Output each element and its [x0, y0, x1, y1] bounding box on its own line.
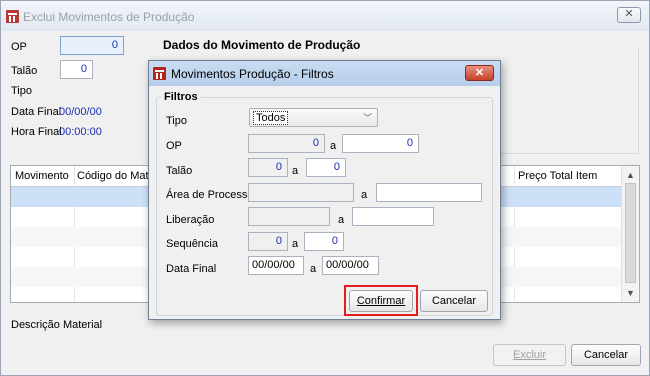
sequencia-label: Sequência [166, 238, 218, 250]
grid-vertical-scrollbar[interactable]: ▲ ▼ [621, 166, 639, 302]
excluir-button-label: Excluir [512, 349, 546, 361]
dialog-app-logo-icon [153, 67, 166, 80]
excluir-button[interactable]: Excluir [493, 344, 566, 366]
descricao-material-label: Descrição Material [11, 319, 103, 331]
cancelar-main-button-label: Cancelar [583, 349, 629, 361]
filters-dialog: Movimentos Produção - Filtros ✕ Filtros … [148, 60, 501, 320]
area-processo-label: Área de Processo [166, 189, 254, 201]
hora-final-label: Hora Final [11, 126, 62, 138]
dialog-title-bar[interactable]: Movimentos Produção - Filtros ✕ [149, 61, 500, 86]
filters-fieldset-title: Filtros [161, 91, 201, 103]
data-final-value: 00/00/00 [59, 106, 102, 118]
confirmar-button[interactable]: Confirmar [349, 290, 413, 312]
column-header-movimento[interactable]: Movimento [15, 170, 69, 182]
data-final-label: Data Final [11, 106, 62, 118]
op-input[interactable]: 0 [60, 36, 124, 55]
column-header-preco-total[interactable]: Preço Total Item [518, 170, 597, 182]
data-to-input[interactable]: 00/00/00 [322, 256, 379, 275]
area-range-sep: a [361, 189, 368, 201]
hora-final-value: 00:00:00 [59, 126, 102, 138]
tipo-select[interactable]: Todos ﹀ [249, 108, 378, 127]
sequencia-range-sep: a [292, 238, 299, 250]
cancelar-dialog-button[interactable]: Cancelar [420, 290, 488, 312]
op-to-input[interactable]: 0 [342, 134, 419, 153]
chevron-down-icon: ﹀ [362, 113, 372, 123]
tipo-select-value: Todos [253, 111, 289, 125]
sequencia-to-input[interactable]: 0 [304, 232, 344, 251]
scroll-up-icon[interactable]: ▲ [624, 168, 637, 182]
dialog-tipo-label: Tipo [166, 115, 187, 127]
cancelar-main-button[interactable]: Cancelar [571, 344, 641, 366]
talao-range-sep: a [292, 165, 299, 177]
data-range-sep: a [310, 263, 317, 275]
dialog-op-label: OP [166, 140, 182, 152]
dialog-close-button[interactable]: ✕ [465, 65, 494, 81]
area-from-input[interactable] [248, 183, 354, 202]
liberacao-to-input[interactable] [352, 207, 434, 226]
main-close-button[interactable]: ✕ [617, 7, 641, 23]
op-label: OP [11, 41, 27, 53]
talao-input[interactable]: 0 [60, 60, 93, 79]
talao-from-input[interactable]: 0 [248, 158, 288, 177]
main-window-title: Exclui Movimentos de Produção [23, 10, 195, 24]
liberacao-label: Liberação [166, 214, 215, 226]
area-to-input[interactable] [376, 183, 482, 202]
dialog-title: Movimentos Produção - Filtros [171, 67, 334, 81]
confirmar-button-label: Confirmar [356, 295, 406, 307]
op-range-sep: a [330, 140, 337, 152]
liberacao-range-sep: a [338, 214, 345, 226]
talao-to-input[interactable]: 0 [306, 158, 346, 177]
scroll-down-icon[interactable]: ▼ [624, 286, 637, 300]
scroll-thumb[interactable] [625, 183, 636, 283]
tipo-label: Tipo [11, 85, 32, 97]
dialog-talao-label: Talão [166, 165, 193, 177]
cancelar-dialog-button-label: Cancelar [431, 295, 477, 307]
liberacao-from-input[interactable] [248, 207, 330, 226]
app-logo-icon [6, 10, 19, 23]
data-from-input[interactable]: 00/00/00 [248, 256, 304, 275]
dialog-data-final-label: Data Final [166, 263, 217, 275]
talao-label: Talão [11, 65, 38, 77]
main-title-bar: Exclui Movimentos de Produção ✕ [1, 1, 649, 31]
sequencia-from-input[interactable]: 0 [248, 232, 288, 251]
op-from-input[interactable]: 0 [248, 134, 325, 153]
